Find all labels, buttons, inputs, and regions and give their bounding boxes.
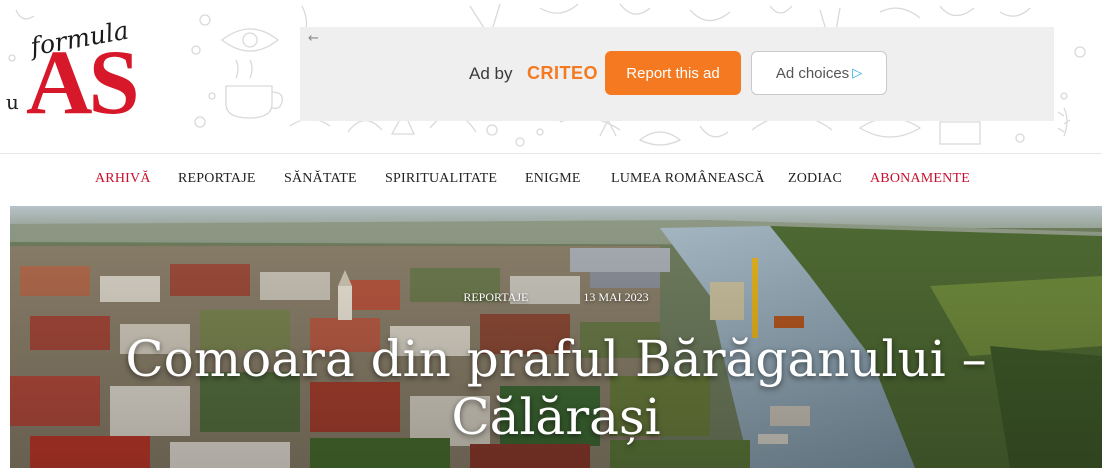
ad-choices-label: Ad choices <box>775 64 850 82</box>
nav-item-spiritualitate[interactable]: SPIRITUALITATE <box>385 171 497 187</box>
logo-prefix: u <box>6 90 19 114</box>
article-title[interactable]: Comoara din praful Bărăganului – Călăraș… <box>50 330 1062 446</box>
nav-item-enigme[interactable]: ENIGME <box>525 171 581 187</box>
ad-choices-button[interactable]: Ad choices ▷ <box>751 51 887 95</box>
nav-item-arhiva[interactable]: ARHIVĂ <box>95 171 151 187</box>
main-nav: ARHIVĂ REPORTAJE SĂNĂTATE SPIRITUALITATE… <box>0 154 1102 206</box>
criteo-logo[interactable]: CRITEO <box>527 63 598 84</box>
ad-choices-icon: ▷ <box>852 65 863 80</box>
ad-by-label: Ad by <box>469 64 513 83</box>
ad-banner: ← Ad by CRITEO Report this ad Ad choices… <box>300 27 1054 121</box>
report-ad-button[interactable]: Report this ad <box>605 51 741 95</box>
article-category[interactable]: REPORTAJE <box>463 290 528 304</box>
site-logo[interactable]: u AS formula <box>0 16 170 128</box>
nav-item-reportaje[interactable]: REPORTAJE <box>178 171 256 187</box>
nav-item-zodiac[interactable]: ZODIAC <box>788 171 842 187</box>
back-arrow-icon[interactable]: ← <box>308 31 319 46</box>
nav-item-sanatate[interactable]: SĂNĂTATE <box>284 171 357 187</box>
article-meta: REPORTAJE 13 MAI 2023 <box>10 290 1102 305</box>
nav-item-lumea-romaneasca[interactable]: LUMEA ROMÂNEASCĂ <box>611 171 765 187</box>
hero-article[interactable]: REPORTAJE 13 MAI 2023 Comoara din praful… <box>10 206 1102 468</box>
article-date: 13 MAI 2023 <box>583 290 649 304</box>
site-header: u AS formula ← Ad by CRITEO Report this … <box>0 0 1102 154</box>
nav-item-abonamente[interactable]: ABONAMENTE <box>870 171 970 187</box>
